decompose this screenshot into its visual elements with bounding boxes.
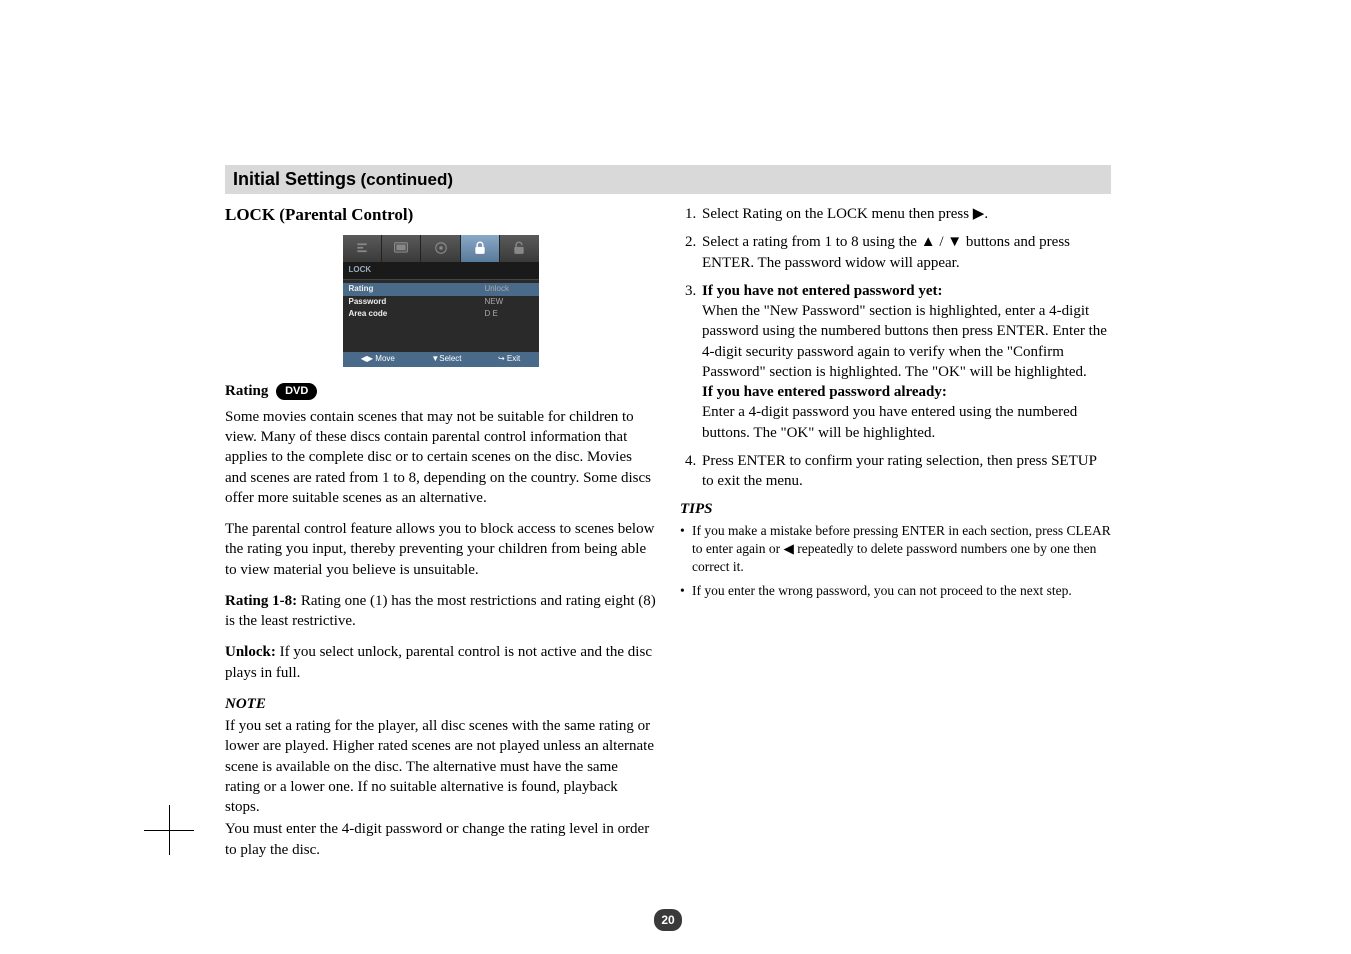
note-body: If you set a rating for the player, all …: [225, 716, 656, 817]
osd-tabs: [343, 235, 539, 262]
para-parental-desc: The parental control feature allows you …: [225, 519, 656, 580]
rating-label: Rating: [225, 383, 268, 399]
rating-subhead: Rating DVD: [225, 381, 656, 401]
title-main: Initial Settings: [233, 169, 356, 189]
title-bar: Initial Settings (continued): [225, 165, 1111, 194]
tip-1: If you make a mistake before pressing EN…: [680, 522, 1111, 577]
tips-heading: TIPS: [680, 499, 1111, 519]
right-column: Select Rating on the LOCK menu then pres…: [680, 204, 1111, 871]
osd-label: Area code: [349, 309, 485, 320]
tab-lock-icon: [461, 235, 500, 262]
osd-category: LOCK: [343, 262, 539, 280]
osd-label: Rating: [349, 284, 485, 295]
osd-footer: ◀▶ Move ▼Select ↪ Exit: [343, 352, 539, 367]
return-icon: ↪: [498, 354, 505, 363]
right-arrow-icon: ▶: [973, 205, 985, 222]
tab-display-icon: [382, 235, 421, 262]
note-heading: NOTE: [225, 694, 656, 714]
osd-label: Password: [349, 297, 485, 308]
step-2: Select a rating from 1 to 8 using the ▲ …: [700, 232, 1111, 273]
move-arrows-icon: ◀▶: [361, 354, 373, 363]
up-arrow-icon: ▲: [921, 233, 936, 250]
step-1: Select Rating on the LOCK menu then pres…: [700, 204, 1111, 224]
osd-foot-move: Move: [375, 354, 395, 363]
step-3: If you have not entered password yet: Wh…: [700, 281, 1111, 443]
dvd-badge: DVD: [276, 383, 317, 400]
para-rating-desc: Some movies contain scenes that may not …: [225, 407, 656, 508]
osd-foot-select: Select: [439, 354, 461, 363]
para-unlock: Unlock: If you select unlock, parental c…: [225, 642, 656, 683]
steps-list: Select Rating on the LOCK menu then pres…: [680, 204, 1111, 491]
left-column: LOCK (Parental Control): [225, 204, 656, 871]
osd-row-password: Password NEW: [343, 296, 539, 309]
down-arrow-icon: ▼: [947, 233, 962, 250]
lock-heading: LOCK (Parental Control): [225, 204, 656, 227]
crop-mark-icon: [144, 805, 194, 855]
osd-panel: LOCK Rating Unlock Password NEW Area cod…: [343, 235, 539, 367]
para-rating18: Rating 1-8: Rating one (1) has the most …: [225, 591, 656, 632]
tab-audio-icon: [421, 235, 460, 262]
left-arrow-icon: ◀: [783, 541, 793, 556]
osd-value: D E: [485, 309, 533, 320]
note-body-2: You must enter the 4-digit password or c…: [225, 819, 656, 860]
osd-value: Unlock: [485, 284, 533, 295]
tab-language-icon: [343, 235, 382, 262]
osd-foot-exit: Exit: [507, 354, 520, 363]
osd-row-rating: Rating Unlock: [343, 283, 539, 296]
osd-body: Rating Unlock Password NEW Area code D E: [343, 280, 539, 352]
osd-value: NEW: [485, 297, 533, 308]
tip-2: If you enter the wrong password, you can…: [680, 582, 1111, 600]
tab-other-icon: [500, 235, 538, 262]
step-4: Press ENTER to confirm your rating selec…: [700, 451, 1111, 492]
osd-row-areacode: Area code D E: [343, 308, 539, 321]
tips-list: If you make a mistake before pressing EN…: [680, 522, 1111, 601]
page-number: 20: [654, 909, 682, 931]
title-cont: (continued): [360, 170, 453, 189]
